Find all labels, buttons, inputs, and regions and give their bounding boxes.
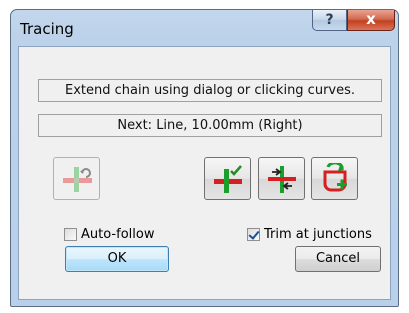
title-bar[interactable]: Tracing ? x [11,10,398,46]
help-button[interactable]: ? [312,10,347,31]
undo-extend-button[interactable] [53,157,100,200]
ok-button[interactable]: OK [65,246,169,272]
next-segment-text: Next: Line, 10.00mm (Right) [38,114,382,137]
accept-extension-icon [214,165,242,193]
auto-follow-checkbox[interactable] [64,228,77,241]
help-icon: ? [325,12,334,28]
branch-arrows-icon [268,166,296,193]
auto-follow-label: Auto-follow [81,227,155,242]
trim-at-junctions-option[interactable]: Trim at junctions [247,227,372,242]
close-icon: x [366,10,376,28]
extend-undo-icon [63,167,92,192]
dialog-body: Extend chain using dialog or clicking cu… [18,46,391,300]
branch-arrows-button[interactable] [258,157,305,200]
trim-at-junctions-checkbox[interactable] [247,228,260,241]
trim-at-junctions-label: Trim at junctions [264,227,372,242]
cancel-button[interactable]: Cancel [295,246,381,272]
tracing-dialog: Tracing ? x Extend chain using dialog or… [10,9,399,307]
window-title: Tracing [20,20,74,38]
auto-follow-option[interactable]: Auto-follow [64,227,154,242]
accept-extension-button[interactable] [204,157,251,200]
close-chain-button[interactable] [311,157,358,200]
instruction-text: Extend chain using dialog or clicking cu… [38,79,382,102]
close-button[interactable]: x [347,10,395,31]
close-chain-icon [323,163,347,192]
